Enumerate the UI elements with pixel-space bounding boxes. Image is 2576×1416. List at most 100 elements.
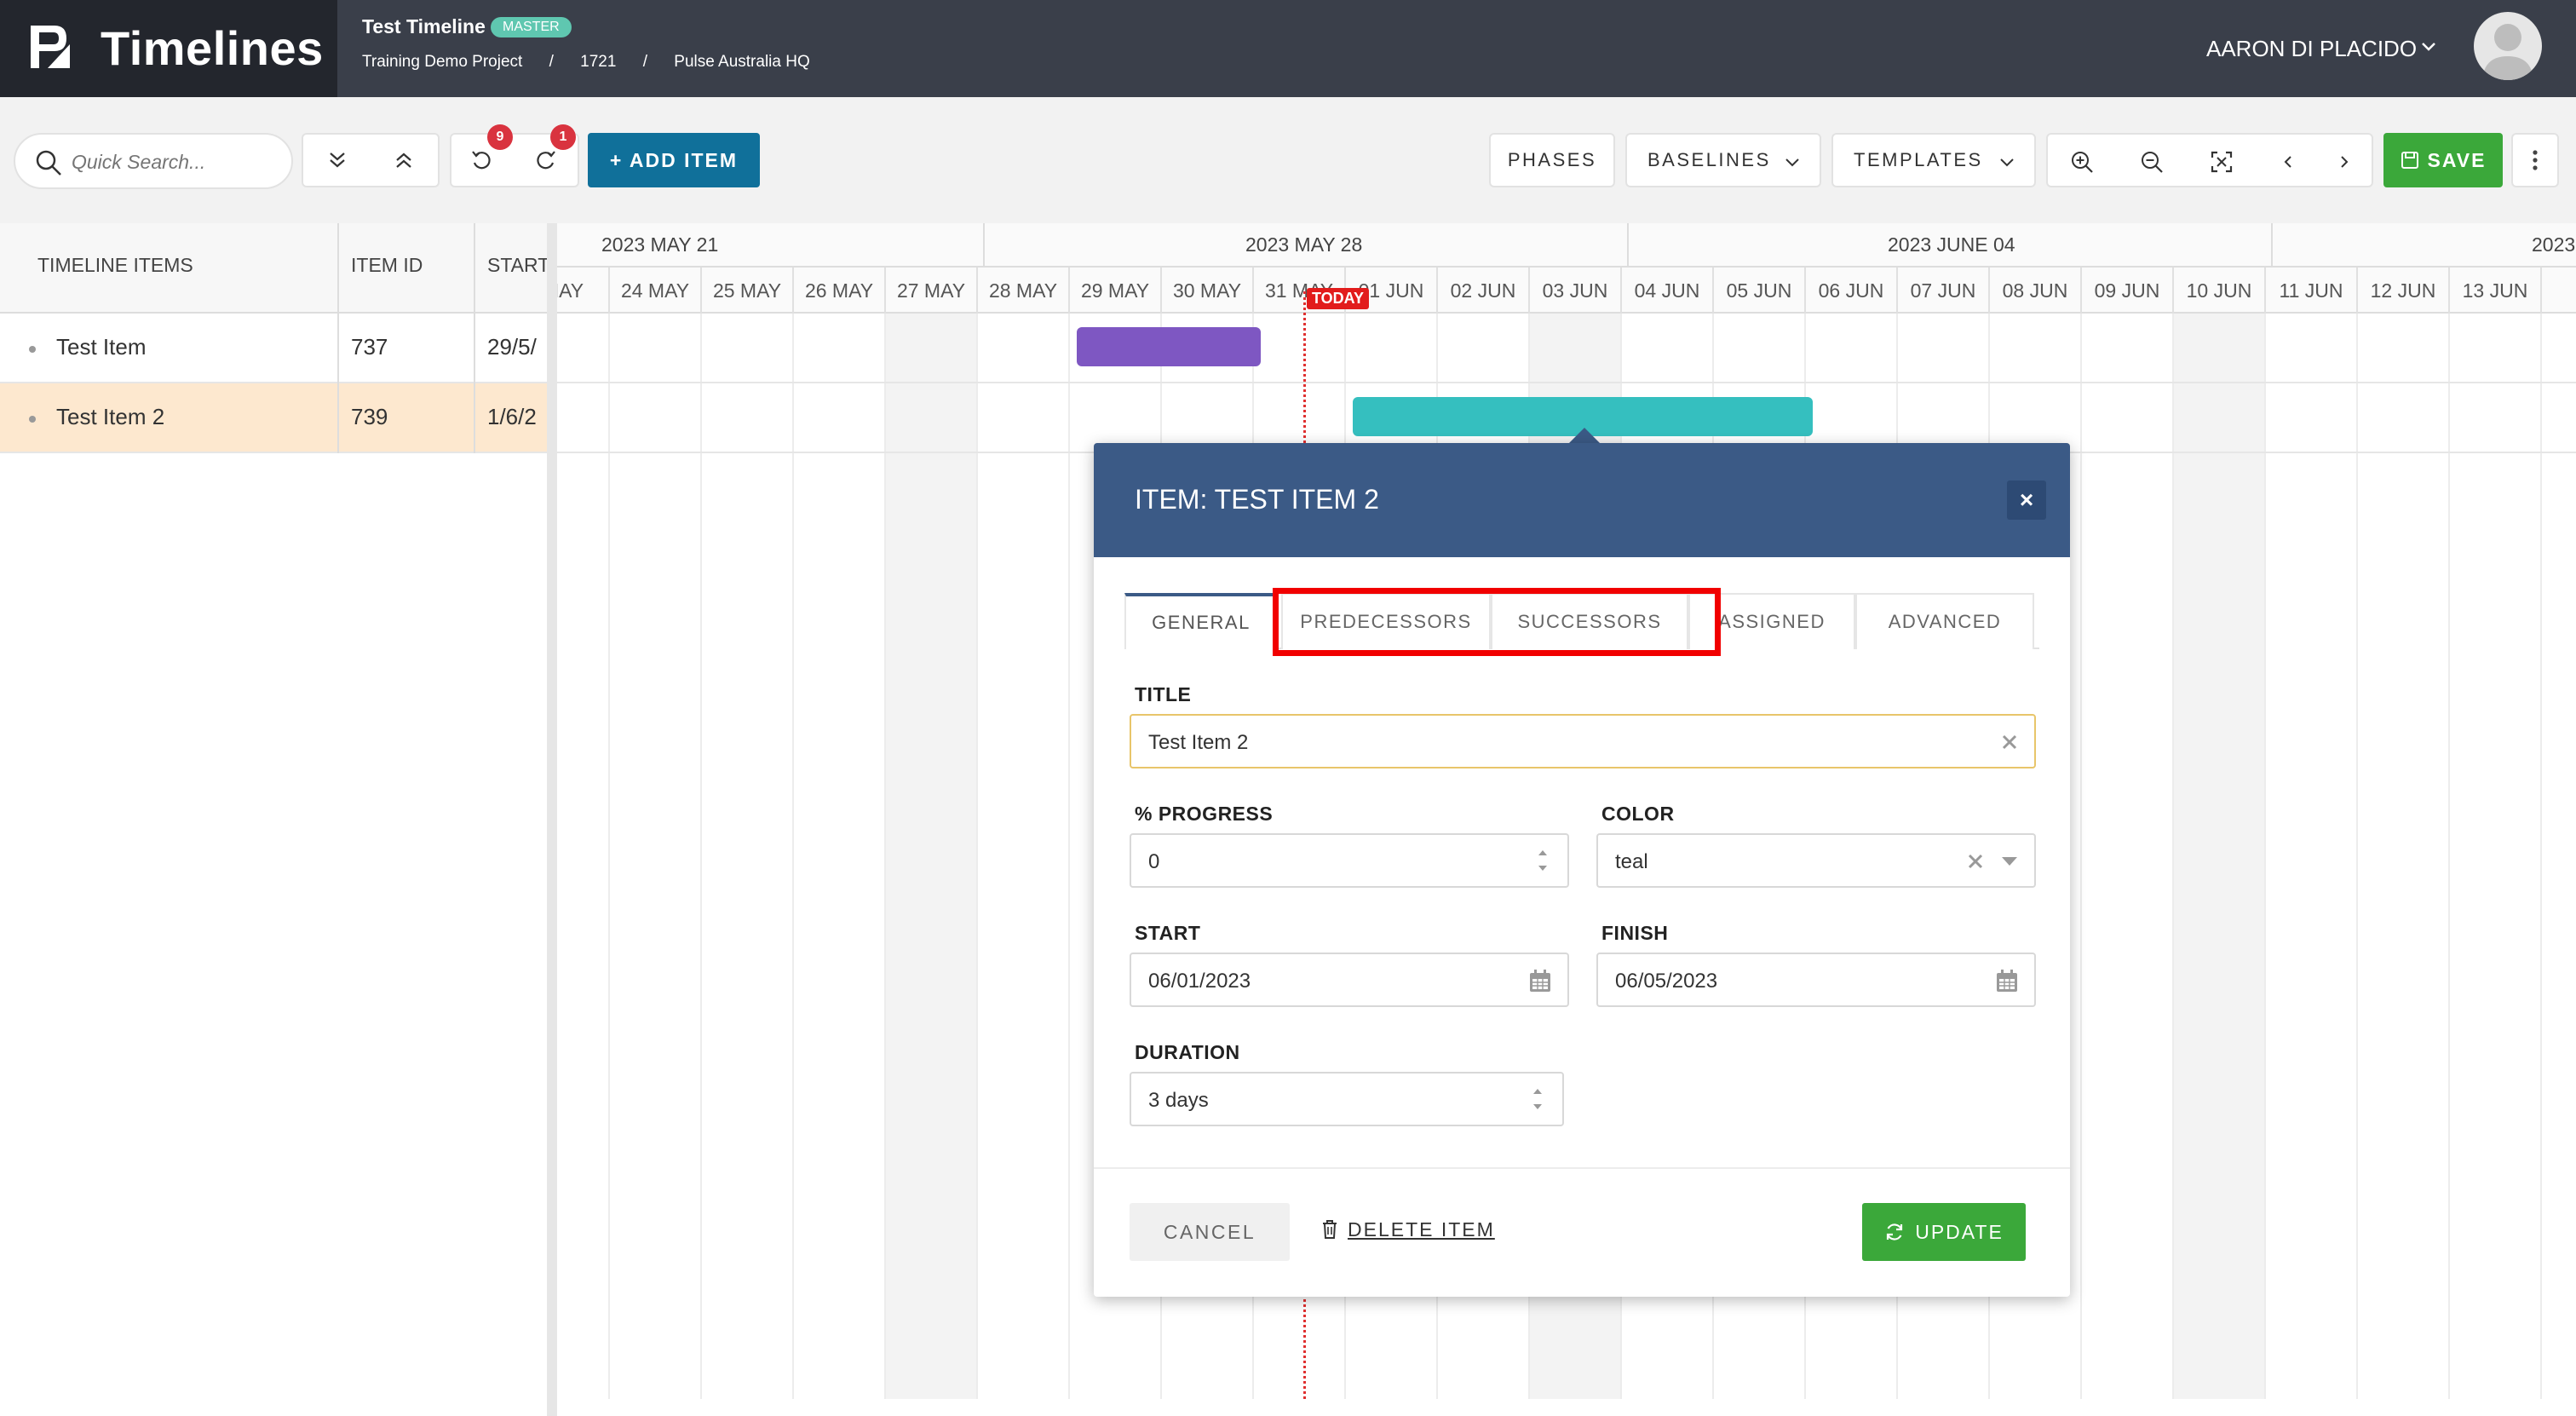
day-header: MAY24 MAY25 MAY26 MAY27 MAY28 MAY29 MAY3… <box>557 268 2576 314</box>
update-button[interactable]: UPDATE <box>1862 1203 2026 1261</box>
row-item-start: 1/6/2 <box>487 404 537 429</box>
search-input[interactable] <box>72 147 276 177</box>
search-box[interactable] <box>14 133 293 189</box>
collapse-all-button[interactable] <box>312 135 363 186</box>
zoom-in-button[interactable] <box>2056 136 2107 187</box>
week-divider <box>2271 223 2273 268</box>
title-field[interactable]: Test Item 2 <box>1130 714 2036 768</box>
pane-splitter[interactable] <box>547 223 557 1416</box>
logo-block[interactable]: Timelines <box>0 0 337 97</box>
progress-value: 0 <box>1148 850 1160 873</box>
cancel-button[interactable]: CANCEL <box>1130 1203 1290 1261</box>
column-divider <box>474 223 475 314</box>
day-label: 05 JUN <box>1712 268 1804 314</box>
expand-all-button[interactable] <box>378 135 429 186</box>
weekend-shading <box>2172 314 2264 1399</box>
week-label: 2023 JUNE 04 <box>1888 233 2015 256</box>
duration-stepper[interactable]: 3 days <box>1130 1072 1564 1126</box>
baselines-label: BASELINES <box>1647 149 1771 170</box>
tab-advanced[interactable]: ADVANCED <box>1855 593 2034 649</box>
clear-icon[interactable] <box>1966 852 1985 871</box>
day-label: 02 JUN <box>1436 268 1528 314</box>
breadcrumb-project[interactable]: Training Demo Project <box>362 53 522 71</box>
zoom-out-icon <box>2142 152 2163 173</box>
breadcrumb: Training Demo Project / 1721 / Pulse Aus… <box>362 53 832 72</box>
spinner-arrows-icon[interactable] <box>1535 843 1550 878</box>
fit-screen-icon <box>2211 151 2233 173</box>
baselines-dropdown[interactable]: BASELINES <box>1625 133 1821 187</box>
day-label: 07 JUN <box>1896 268 1988 314</box>
table-row-selected[interactable]: Test Item 2 739 1/6/2 <box>0 383 547 453</box>
more-options-button[interactable] <box>2511 133 2559 187</box>
fit-to-screen-button[interactable] <box>2196 136 2247 187</box>
tab-general[interactable]: GENERAL <box>1124 593 1278 649</box>
row-divider <box>557 382 2576 383</box>
day-label: 08 JUN <box>1988 268 2080 314</box>
today-label: TODAY <box>1307 288 1370 309</box>
chevron-right-icon <box>2341 156 2349 168</box>
breadcrumb-site[interactable]: Pulse Australia HQ <box>674 53 809 71</box>
phases-button[interactable]: PHASES <box>1489 133 1615 187</box>
breadcrumb-separator: / <box>642 53 647 71</box>
title-value: Test Item 2 <box>1148 731 1249 754</box>
column-divider <box>337 314 339 383</box>
close-button[interactable]: × <box>2007 481 2046 520</box>
redo-icon <box>537 151 555 170</box>
calendar-icon[interactable] <box>1528 968 1552 993</box>
collapse-expand-group <box>302 133 440 187</box>
chevron-down-icon <box>2000 158 2014 167</box>
gantt-bar-test-item[interactable] <box>1077 327 1261 366</box>
annotation-highlight-box <box>1273 588 1721 656</box>
table-row[interactable]: Test Item 737 29/5/ <box>0 314 547 383</box>
avatar[interactable] <box>2474 12 2542 80</box>
day-gridline <box>2356 314 2358 1399</box>
scroll-left-button[interactable] <box>2263 136 2314 187</box>
day-gridline <box>1068 314 1070 1399</box>
column-header-timeline-items[interactable]: TIMELINE ITEMS <box>37 254 193 277</box>
double-chevron-up-icon <box>396 153 411 168</box>
chevron-left-icon <box>2284 156 2291 168</box>
templates-label: TEMPLATES <box>1854 149 1983 170</box>
column-header-start[interactable]: START <box>487 254 549 277</box>
finish-value: 06/05/2023 <box>1615 970 1718 993</box>
week-divider <box>1627 223 1629 268</box>
spinner-arrows-icon[interactable] <box>1530 1082 1545 1116</box>
timeline-items-grid: TIMELINE ITEMS ITEM ID START Test Item 7… <box>0 223 549 1416</box>
breadcrumb-id[interactable]: 1721 <box>580 53 616 71</box>
calendar-icon[interactable] <box>1995 968 2019 993</box>
day-label: 29 MAY <box>1068 268 1160 314</box>
search-icon <box>36 150 61 176</box>
templates-dropdown[interactable]: TEMPLATES <box>1831 133 2036 187</box>
redo-count-badge: 1 <box>550 124 576 150</box>
row-bullet <box>29 416 36 423</box>
clear-icon[interactable] <box>2000 733 2019 751</box>
zoom-out-button[interactable] <box>2126 136 2177 187</box>
day-label: 06 JUN <box>1804 268 1896 314</box>
item-edit-dialog: ITEM: TEST ITEM 2 × GENERAL PREDECESSORS… <box>1094 443 2070 1297</box>
day-gridline <box>884 314 886 1399</box>
progress-label: % PROGRESS <box>1135 803 1274 825</box>
day-gridline <box>792 314 794 1399</box>
column-header-item-id[interactable]: ITEM ID <box>351 254 423 277</box>
day-label: MAY <box>557 268 608 314</box>
start-label: START <box>1135 922 1201 944</box>
scroll-right-button[interactable] <box>2319 136 2370 187</box>
add-item-button[interactable]: + ADD ITEM <box>588 133 760 187</box>
day-gridline <box>608 314 610 1399</box>
start-date-field[interactable]: 06/01/2023 <box>1130 953 1569 1007</box>
row-item-id: 739 <box>351 404 388 429</box>
delete-item-button[interactable]: DELETE ITEM <box>1320 1218 1495 1241</box>
column-divider <box>474 383 475 453</box>
caret-down-icon[interactable] <box>2000 855 2019 867</box>
chevron-down-icon[interactable] <box>2419 37 2438 56</box>
finish-date-field[interactable]: 06/05/2023 <box>1596 953 2036 1007</box>
day-label: 24 MAY <box>608 268 700 314</box>
day-label: 04 JUN <box>1620 268 1712 314</box>
progress-stepper[interactable]: 0 <box>1130 833 1569 888</box>
kebab-menu-icon <box>2533 150 2538 170</box>
day-label: 10 JUN <box>2172 268 2264 314</box>
save-button[interactable]: SAVE <box>2383 133 2503 187</box>
column-divider <box>474 314 475 383</box>
color-select[interactable]: teal <box>1596 833 2036 888</box>
user-menu[interactable]: AARON DI PLACIDO <box>2206 36 2417 62</box>
